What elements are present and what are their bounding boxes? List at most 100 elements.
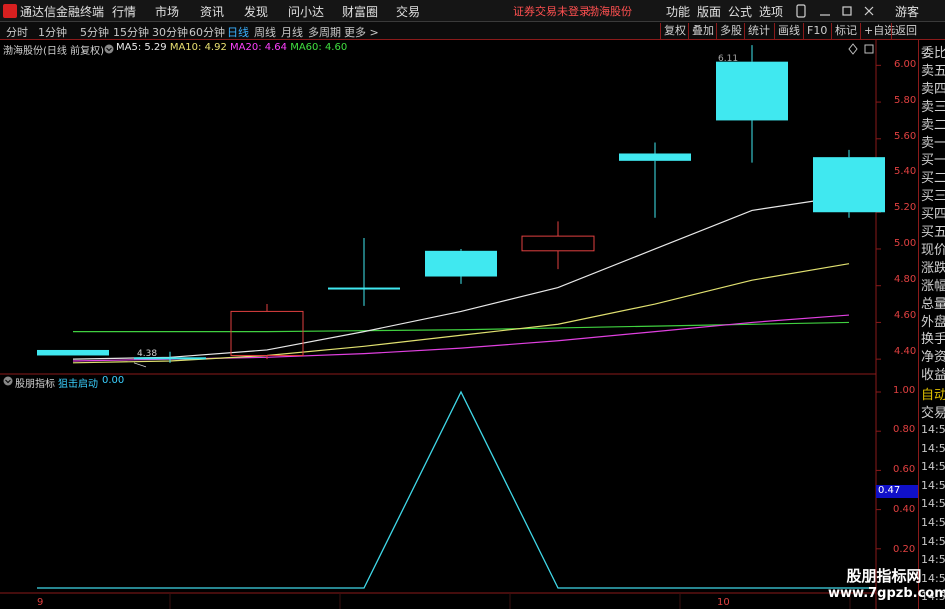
period-monthly[interactable]: 月线 [281, 24, 303, 40]
indicator-tick: 0.80 [893, 424, 916, 435]
indicator-tick: 0.20 [893, 544, 916, 555]
back-button[interactable]: 返回 [891, 23, 920, 39]
quote-label: 涨跌 [921, 260, 945, 276]
period-toolbar: 分时 1分钟 5分钟 15分钟 30分钟 60分钟 日线 周线 月线 多周期 更… [0, 22, 945, 40]
candle-body [37, 349, 109, 356]
candle-body [230, 310, 304, 356]
restore-icon[interactable] [840, 4, 854, 18]
menu-bar: 通达信金融终端 行情 市场 资讯 发现 问小达 财富圈 交易 证券交易未登录 渤… [0, 0, 945, 22]
app-title: 通达信金融终端 [20, 5, 105, 19]
price-tick: 4.80 [894, 274, 917, 285]
statistics-button[interactable]: 统计 [744, 23, 773, 39]
quote-label: 净资 [921, 350, 945, 366]
multi-stock-button[interactable]: 多股 [716, 23, 745, 39]
period-weekly[interactable]: 周线 [254, 24, 276, 40]
ma-legend-item: MA20: 4.64 [230, 42, 291, 53]
indicator-line [37, 390, 876, 589]
x-label-month-9: 9 [37, 597, 44, 608]
price-tick: 4.40 [894, 346, 917, 357]
watermark-line2: www.7gpzb.com [828, 586, 945, 601]
quote-label: 换手 [921, 332, 945, 348]
menu-item-wealth[interactable]: 财富圈 [342, 3, 378, 20]
auto-trade-label[interactable]: 自动 [921, 384, 945, 403]
menu-item-formula[interactable]: 公式 [728, 3, 752, 20]
phone-icon[interactable] [794, 4, 808, 18]
close-icon[interactable] [862, 4, 876, 18]
menu-item-news[interactable]: 资讯 [200, 3, 224, 20]
ma-legend-item: MA60: 4.60 [290, 42, 348, 53]
price-tick: 5.80 [894, 95, 917, 106]
period-60min[interactable]: 60分钟 [189, 24, 225, 40]
menu-item-function[interactable]: 功能 [666, 3, 690, 20]
period-1min[interactable]: 1分钟 [38, 24, 67, 40]
stock-name-tab[interactable]: 渤海股份 [588, 3, 632, 19]
trade-time: 14:56 [921, 497, 945, 511]
quote-panel: 委比 卖五 卖四 卖三 卖二 卖一 买一 买二 买三 买四 买五 现价 涨跌 涨幅 总量 外盘 换手 净资 收益 自动… [918, 40, 945, 609]
price-tick: 5.20 [894, 202, 917, 213]
draw-line-button[interactable]: 画线 [774, 23, 803, 39]
guest-label[interactable]: 游客 [895, 3, 919, 20]
trade-label[interactable]: 交易 [921, 402, 945, 421]
overlay-button[interactable]: 叠加 [688, 23, 717, 39]
chart-window-controls[interactable] [848, 43, 878, 55]
candle-body [328, 287, 400, 290]
price-tick: 5.00 [894, 238, 917, 249]
indicator-title: 股朋指标 [15, 379, 55, 390]
trade-time: 14:56 [921, 553, 945, 567]
quote-label: 买二 [921, 171, 945, 187]
ma-legend-item: MA10: 4.92 [169, 42, 231, 53]
x-label-month-10: 10 [717, 597, 730, 608]
period-multi[interactable]: 多周期 [308, 24, 341, 40]
indicator-value: 0.00 [102, 375, 125, 386]
login-notice[interactable]: 证券交易未登录 [513, 3, 590, 19]
indicator-current-value: 0.47 [876, 485, 918, 498]
quote-label: 现价 [921, 242, 945, 258]
kline-chart[interactable] [0, 40, 918, 609]
candle-body [716, 61, 788, 121]
period-15min[interactable]: 15分钟 [113, 24, 149, 40]
candle-body [425, 250, 497, 277]
quote-label: 卖四 [921, 81, 945, 97]
menu-item-discover[interactable]: 发现 [244, 3, 268, 20]
candle-body [813, 157, 885, 213]
period-daily[interactable]: 日线 [227, 24, 249, 40]
minimize-icon[interactable] [818, 4, 832, 18]
maximize-icon [864, 44, 874, 54]
trade-time: 14:56 [921, 534, 945, 548]
period-more[interactable]: 更多 > [344, 24, 379, 40]
menu-item-assistant[interactable]: 问小达 [288, 3, 324, 20]
trade-time: 14:56 [921, 423, 945, 436]
adjust-button[interactable]: 复权 [660, 23, 689, 39]
menu-item-trade[interactable]: 交易 [396, 3, 420, 20]
low-marker-arrow [133, 362, 147, 368]
quote-label: 买三 [921, 189, 945, 205]
indicator-tick: 0.60 [893, 464, 916, 475]
period-timeshare[interactable]: 分时 [6, 24, 28, 40]
period-30min[interactable]: 30分钟 [152, 24, 188, 40]
indicator-tick: 0.40 [893, 504, 916, 515]
quote-label: 买一 [921, 153, 945, 169]
candle-body [619, 153, 691, 161]
diamond-icon [848, 43, 858, 55]
quote-label: 卖一 [921, 135, 945, 151]
quote-label: 买四 [921, 207, 945, 223]
indicator-chevron-icon[interactable] [3, 376, 13, 386]
mark-button[interactable]: 标记 [831, 23, 860, 39]
menu-item-options[interactable]: 选项 [759, 3, 783, 20]
menu-item-layout[interactable]: 版面 [697, 3, 721, 20]
ma20-line [72, 314, 850, 362]
quote-label: 卖二 [921, 117, 945, 133]
indicator-name: 狙击启动 [58, 379, 98, 390]
menu-item-market[interactable]: 行情 [112, 3, 136, 20]
quote-label: 外盘 [921, 314, 945, 330]
chevron-down-icon[interactable] [104, 44, 114, 54]
price-tick: 6.00 [894, 59, 917, 70]
quote-label: 卖五 [921, 63, 945, 79]
watermark: 股朋指标网 www.7gpzb.com [828, 567, 945, 607]
period-5min[interactable]: 5分钟 [80, 24, 109, 40]
ma-legend: MA5: 5.29 MA10: 4.92 MA20: 4.64 MA60: 4.… [116, 42, 347, 53]
indicator-tick: 1.00 [893, 385, 916, 396]
menu-item-markets[interactable]: 市场 [155, 3, 179, 20]
f10-button[interactable]: F10 [803, 23, 830, 39]
high-price-marker: 6.11 [718, 54, 739, 64]
